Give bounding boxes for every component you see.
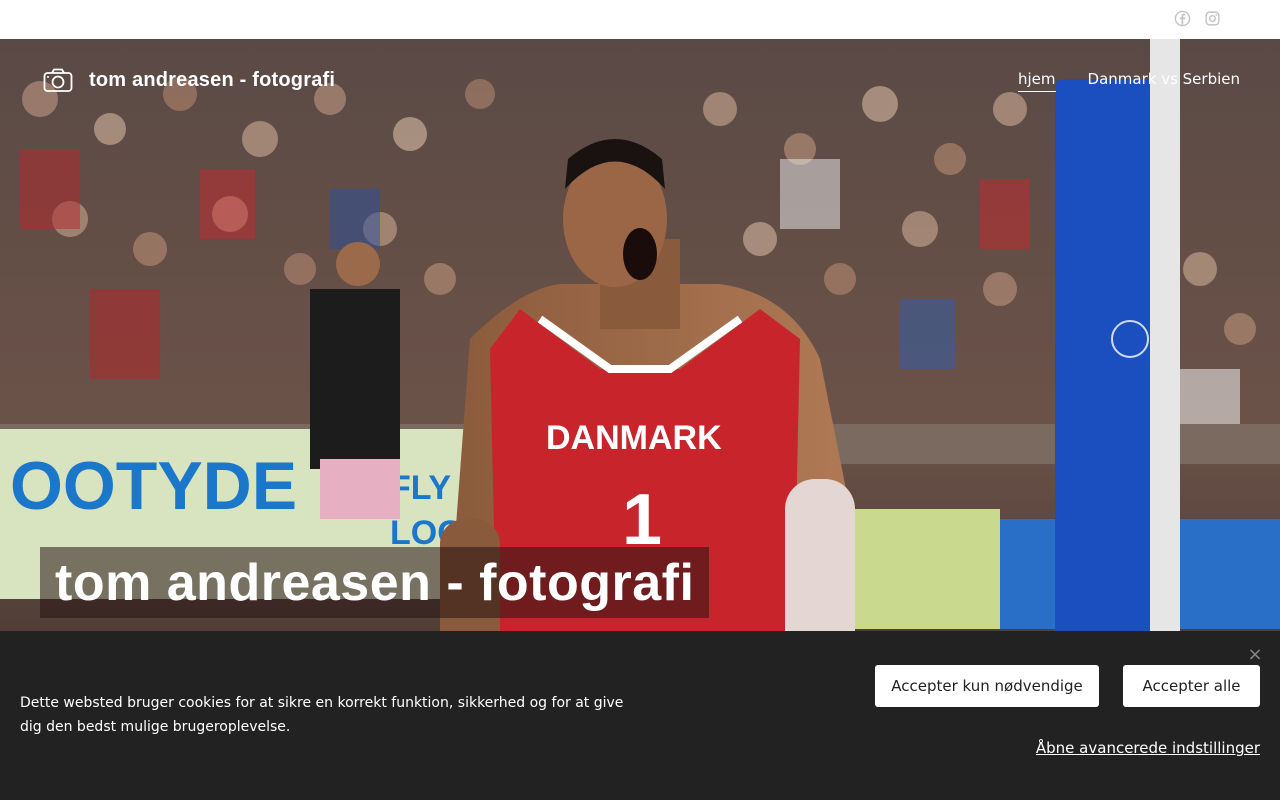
brand-name[interactable]: tom andreasen - fotografi (89, 69, 335, 92)
camera-icon (43, 68, 73, 92)
accept-all-button[interactable]: Accepter alle (1123, 665, 1260, 707)
nav-item-hjem[interactable]: hjem (1018, 70, 1056, 92)
cookie-text: Dette websted bruger cookies for at sikr… (20, 695, 624, 735)
top-bar (0, 0, 1280, 39)
advanced-settings-link[interactable]: Åbne avancerede indstillinger (1036, 739, 1260, 757)
facebook-icon[interactable] (1174, 10, 1191, 27)
close-icon[interactable]: × (1247, 646, 1263, 664)
main-nav: hjem Danmark vs Serbien (1018, 70, 1240, 92)
jersey-text: DANMARK (546, 419, 722, 457)
hero-title-box: tom andreasen - fotografi (40, 547, 710, 618)
nav-item-danmark-vs-serbien[interactable]: Danmark vs Serbien (1088, 70, 1240, 92)
hero-title: tom andreasen - fotografi (55, 553, 695, 612)
brand[interactable]: tom andreasen - fotografi (43, 67, 335, 93)
cookie-banner: × Dette websted bruger cookies for at si… (0, 631, 1280, 800)
board-text-left: OOTYDE (10, 448, 297, 524)
accept-necessary-button[interactable]: Accepter kun nødvendige (875, 665, 1099, 707)
instagram-icon[interactable] (1204, 10, 1221, 27)
